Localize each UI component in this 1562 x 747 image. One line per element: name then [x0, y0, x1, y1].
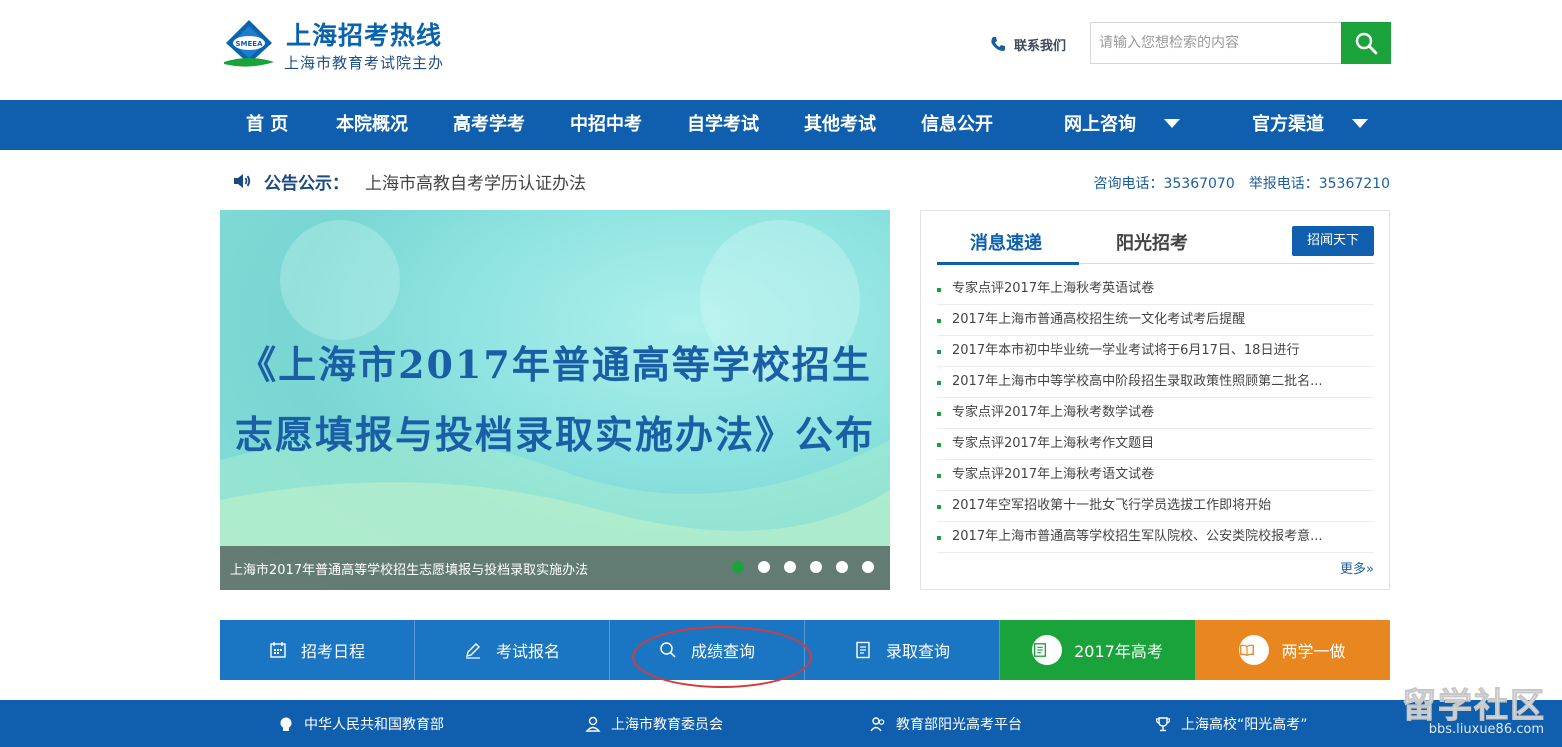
exam-register-button[interactable]: 考试报名: [415, 620, 610, 680]
news-item[interactable]: 专家点评2017年上海秋考作文题目: [937, 429, 1374, 460]
banner-background: [220, 220, 890, 590]
watermark-brand: 留学社区: [1402, 686, 1546, 727]
trophy-icon: [1155, 716, 1171, 731]
document-icon: [856, 641, 870, 659]
footer-link-moe[interactable]: 中华人民共和国教育部: [278, 700, 444, 747]
banner-headline-line2: 志愿填报与投档录取实施办法》公布: [234, 412, 875, 457]
schedule-button[interactable]: 招考日程: [220, 620, 415, 680]
carousel-dot-5[interactable]: [836, 561, 848, 573]
gaokao-2017-label: 2017年高考: [1074, 642, 1163, 661]
speaker-icon: [234, 174, 251, 188]
site-header: SMEEA 上海招考热线 上海市教育考试院主办 联系我们: [0, 0, 1562, 100]
schedule-label: 招考日程: [300, 642, 365, 661]
carousel-dot-2[interactable]: [758, 561, 770, 573]
main-nav: 首 页 本院概况 高考学考 中招中考 自学考试 其他考试 信息公开 网上咨询 官…: [0, 100, 1562, 150]
smeea-logo-icon: SMEEA: [224, 20, 274, 67]
calendar-icon: [270, 642, 286, 658]
nav-official-channels-label: 官方渠道: [1252, 114, 1324, 135]
consult-phone: 咨询电话：35367070: [1093, 176, 1235, 192]
news-item[interactable]: 2017年上海市普通高等学校招生军队院校、公安类院校报考意...: [937, 522, 1374, 553]
nav-gaokao[interactable]: 高考学考: [453, 100, 525, 150]
news-item[interactable]: 2017年空军招收第十一批女飞行学员选拔工作即将开始: [937, 491, 1374, 522]
chevron-down-icon: [1164, 118, 1180, 128]
people-icon: [870, 716, 885, 731]
search-icon: [1355, 32, 1378, 55]
contact-us-label: 联系我们: [1014, 38, 1067, 54]
search-box: [1090, 22, 1391, 64]
gaokao-2017-button[interactable]: 2017年高考: [1000, 620, 1195, 680]
news-item[interactable]: 专家点评2017年上海秋考英语试卷: [937, 274, 1374, 305]
notebook-icon: [1032, 635, 1063, 665]
site-title: 上海招考热线: [286, 21, 443, 50]
watermark-url: bbs.liuxue86.com: [1428, 722, 1544, 737]
carousel-dot-4[interactable]: [810, 561, 822, 573]
banner-headline-line1: 《上海市2017年普通高等学校招生: [238, 342, 872, 387]
site-watermark: 留学社区 bbs.liuxue86.com: [1388, 676, 1558, 746]
carousel-dot-1[interactable]: [732, 561, 744, 573]
report-phone: 举报电话：35367210: [1248, 176, 1390, 192]
carousel-dot-6[interactable]: [862, 561, 874, 573]
nav-other-exams[interactable]: 其他考试: [804, 100, 876, 150]
notice-bar: 公告公示： 上海市高教自考学历认证办法: [232, 168, 586, 194]
news-item[interactable]: 2017年上海市普通高校招生统一文化考试考后提醒: [937, 305, 1374, 336]
pencil-icon: [465, 643, 480, 659]
news-item[interactable]: 2017年本市初中毕业统一学业考试将于6月17日、18日进行: [937, 336, 1374, 367]
two-study-label: 两学一做: [1281, 642, 1346, 661]
footer-link-sh-universities-label: 上海高校“阳光高考”: [1181, 716, 1308, 733]
logo-badge-text: SMEEA: [236, 40, 264, 48]
nav-zhongkao[interactable]: 中招中考: [570, 100, 642, 150]
banner-caption-bar: 上海市2017年普通高等学校招生志愿填报与投档录取实施办法: [220, 546, 890, 590]
search-button[interactable]: [1341, 22, 1391, 64]
news-world-button[interactable]: 招闻天下: [1292, 226, 1374, 256]
news-panel: 消息速递 阳光招考 招闻天下 专家点评2017年上海秋考英语试卷 2017年上海…: [920, 210, 1390, 590]
red-annotation-circle: [632, 626, 812, 688]
hotline-info: 咨询电话：35367070 举报电话：35367210: [1093, 173, 1390, 193]
nav-home[interactable]: 首 页: [246, 100, 288, 150]
news-item[interactable]: 专家点评2017年上海秋考数学试卷: [937, 398, 1374, 429]
nav-online-consult[interactable]: 网上咨询: [1064, 100, 1180, 150]
notice-label: 公告公示：: [264, 173, 349, 194]
nav-online-consult-label: 网上咨询: [1064, 114, 1136, 135]
chevron-down-icon: [1352, 118, 1368, 128]
footer-link-shmec[interactable]: 上海市教育委员会: [585, 700, 723, 747]
footer-link-sunshine-platform-label: 教育部阳光高考平台: [896, 716, 1022, 733]
active-tab-indicator: [937, 262, 1079, 265]
phone-icon: [991, 37, 1005, 51]
emblem-icon: [280, 717, 292, 731]
footer-link-sunshine-platform[interactable]: 教育部阳光高考平台: [870, 700, 1022, 747]
site-subtitle: 上海市教育考试院主办: [284, 54, 445, 72]
admission-query-button[interactable]: 录取查询: [805, 620, 1000, 680]
news-item[interactable]: 2017年上海市中等学校高中阶段招生录取政策性照顾第二批名...: [937, 367, 1374, 398]
nav-about[interactable]: 本院概况: [336, 100, 408, 150]
search-input[interactable]: [1091, 23, 1341, 63]
carousel-dots: [732, 561, 874, 573]
banner-caption[interactable]: 上海市2017年普通高等学校招生志愿填报与投档录取实施办法: [230, 559, 588, 578]
nav-self-study[interactable]: 自学考试: [687, 100, 759, 150]
footer-links: 中华人民共和国教育部 上海市教育委员会 教育部阳光高考平台 上海高校“阳光高考”: [0, 700, 1562, 747]
news-list: 专家点评2017年上海秋考英语试卷 2017年上海市普通高校招生统一文化考试考后…: [937, 274, 1374, 553]
carousel-dot-3[interactable]: [784, 561, 796, 573]
admission-query-label: 录取查询: [885, 642, 950, 661]
tab-sunshine-admission[interactable]: 阳光招考: [1116, 229, 1188, 255]
banner-carousel[interactable]: 《上海市2017年普通高等学校招生 志愿填报与投档录取实施办法》公布 上海市20…: [220, 210, 890, 590]
news-item[interactable]: 专家点评2017年上海秋考语文试卷: [937, 460, 1374, 491]
footer-link-shmec-label: 上海市教育委员会: [611, 716, 723, 733]
nav-info-public[interactable]: 信息公开: [921, 100, 993, 150]
user-badge-icon: [585, 716, 601, 732]
footer-link-sh-universities[interactable]: 上海高校“阳光高考”: [1155, 700, 1308, 747]
notice-link[interactable]: 上海市高教自考学历认证办法: [365, 169, 586, 194]
more-news-link[interactable]: 更多»: [1340, 558, 1374, 577]
tab-news-express[interactable]: 消息速递: [970, 229, 1042, 255]
exam-register-label: 考试报名: [495, 642, 560, 661]
footer-link-moe-label: 中华人民共和国教育部: [304, 716, 444, 733]
book-icon: [1239, 635, 1270, 665]
contact-us-link[interactable]: 联系我们: [990, 34, 1066, 54]
site-logo[interactable]: SMEEA 上海招考热线 上海市教育考试院主办: [222, 16, 462, 72]
two-study-button[interactable]: 两学一做: [1195, 620, 1390, 680]
nav-official-channels[interactable]: 官方渠道: [1252, 100, 1368, 150]
